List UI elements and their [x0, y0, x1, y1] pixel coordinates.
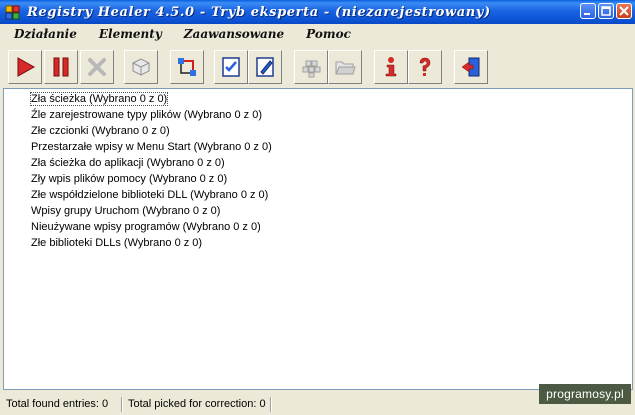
registry-cube-icon [132, 58, 150, 76]
pause-icon [53, 57, 69, 77]
play-icon [17, 57, 36, 77]
menu-pomoc[interactable]: Pomoc [306, 27, 351, 41]
menu-zaawansowane[interactable]: Zaawansowane [184, 27, 284, 41]
list-item-label: Złe współdzielone biblioteki DLL (Wybran… [31, 189, 269, 201]
list-item[interactable]: Źle zarejestrowane typy plików (Wybrano … [4, 107, 632, 123]
status-separator [270, 397, 272, 412]
list-item-label: Wpisy grupy Uruchom (Wybrano 0 z 0) [31, 205, 221, 217]
fix-icon [178, 58, 196, 76]
list-item[interactable]: Zła ścieżka (Wybrano 0 z 0) [4, 91, 632, 107]
total-found-label: Total found entries: 0 [6, 398, 109, 410]
fix-button[interactable] [170, 50, 204, 84]
title-bar[interactable]: Registry Healer 4.5.0 - Tryb eksperta - … [0, 0, 635, 24]
list-item-label: Przestarzałe wpisy w Menu Start (Wybrano… [31, 141, 272, 153]
list-item[interactable]: Złe współdzielone biblioteki DLL (Wybran… [4, 187, 632, 203]
folder-open-icon [335, 61, 356, 75]
backup-grid-icon [302, 60, 321, 78]
toolbar [0, 46, 635, 88]
close-button[interactable] [616, 3, 632, 19]
list-item-label: Złe czcionki (Wybrano 0 z 0) [31, 125, 170, 137]
close-icon [619, 6, 629, 16]
list-item[interactable]: Złe biblioteki DLLs (Wybrano 0 z 0) [4, 235, 632, 251]
list-item[interactable]: Zły wpis plików pomocy (Wybrano 0 z 0) [4, 171, 632, 187]
edit-button[interactable] [248, 50, 282, 84]
list-item-label: Źle zarejestrowane typy plików (Wybrano … [31, 109, 262, 121]
category-list[interactable]: Zła ścieżka (Wybrano 0 z 0) Źle zarejest… [3, 88, 633, 390]
backup-button[interactable] [294, 50, 328, 84]
edit-check-icon [222, 57, 240, 77]
maximize-icon [601, 6, 611, 16]
minimize-icon [584, 13, 590, 15]
list-item-label: Nieużywane wpisy programów (Wybrano 0 z … [31, 221, 261, 233]
list-item-label: Zła ścieżka do aplikacji (Wybrano 0 z 0) [31, 157, 225, 169]
cancel-icon [88, 58, 106, 76]
menu-elementy[interactable]: Elementy [99, 27, 162, 41]
watermark-logo: programosy.pl [539, 384, 631, 404]
list-item[interactable]: Zła ścieżka do aplikacji (Wybrano 0 z 0) [4, 155, 632, 171]
open-button[interactable] [328, 50, 362, 84]
list-item-label: Złe biblioteki DLLs (Wybrano 0 z 0) [31, 237, 203, 249]
list-item[interactable]: Nieużywane wpisy programów (Wybrano 0 z … [4, 219, 632, 235]
cancel-button[interactable] [80, 50, 114, 84]
list-item-label: Zły wpis plików pomocy (Wybrano 0 z 0) [31, 173, 228, 185]
minimize-button[interactable] [580, 3, 596, 19]
help-icon [419, 57, 431, 76]
window-title: Registry Healer 4.5.0 - Tryb eksperta - … [27, 4, 491, 20]
start-scan-button[interactable] [8, 50, 42, 84]
list-item[interactable]: Wpisy grupy Uruchom (Wybrano 0 z 0) [4, 203, 632, 219]
pause-button[interactable] [44, 50, 78, 84]
info-button[interactable] [374, 50, 408, 84]
total-picked-label: Total picked for correction: 0 [128, 398, 266, 410]
list-item[interactable]: Przestarzałe wpisy w Menu Start (Wybrano… [4, 139, 632, 155]
edit-selected-button[interactable] [214, 50, 248, 84]
app-icon [5, 5, 20, 20]
menu-dzialanie[interactable]: Działanie [14, 27, 77, 41]
menu-bar: Działanie Elementy Zaawansowane Pomoc [0, 24, 635, 44]
info-icon [385, 57, 397, 77]
registry-button[interactable] [124, 50, 158, 84]
edit-pen-icon [256, 57, 274, 77]
help-button[interactable] [408, 50, 442, 84]
list-item-label: Zła ścieżka (Wybrano 0 z 0) [29, 92, 169, 106]
maximize-button[interactable] [598, 3, 614, 19]
exit-icon [461, 57, 480, 77]
exit-button[interactable] [454, 50, 488, 84]
status-separator [121, 397, 123, 412]
list-item[interactable]: Złe czcionki (Wybrano 0 z 0) [4, 123, 632, 139]
